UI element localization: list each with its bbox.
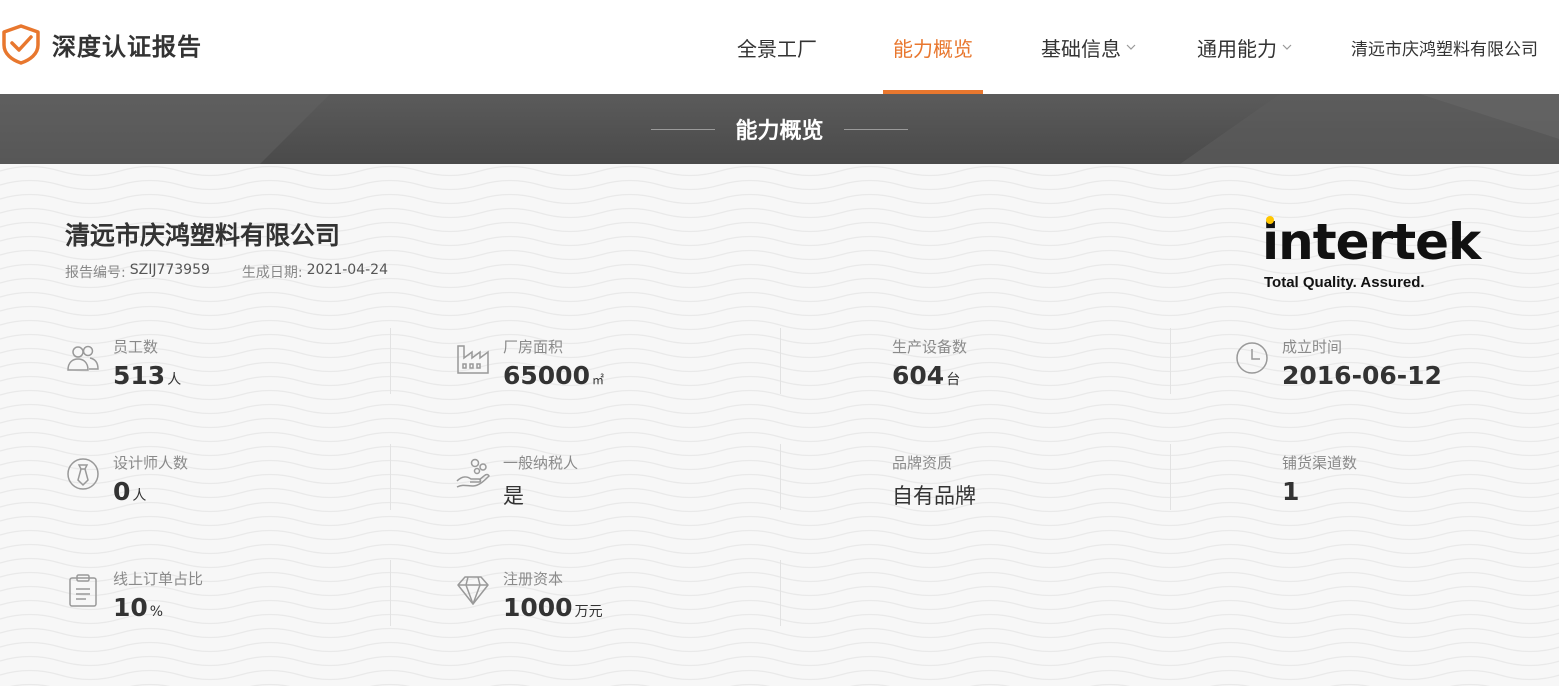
brand-title: 深度认证报告 xyxy=(52,32,202,61)
stat-channels: 铺货渠道数 1 xyxy=(1282,444,1559,514)
report-date: 2021-04-24 xyxy=(306,262,388,278)
stat-number: 1 xyxy=(1282,477,1300,506)
stat-text: 是 xyxy=(503,484,524,508)
diamond-icon xyxy=(457,576,489,605)
report-meta: 报告编号: SZIJ773959 生成日期: 2021-04-24 xyxy=(65,262,388,282)
stat-unit: % xyxy=(149,604,164,620)
stat-value: 10% xyxy=(113,593,163,622)
stat-employees: 员工数 513 人 xyxy=(65,328,385,398)
stat-label: 员工数 xyxy=(113,338,159,356)
stat-value: 1000 万元 xyxy=(503,593,603,622)
stat-online-orders: 线上订单占比 10% xyxy=(65,560,385,630)
stat-number: 513 xyxy=(113,361,166,390)
stat-number: 0 xyxy=(113,477,131,506)
stat-value: 自有品牌 xyxy=(892,480,976,510)
stat-unit: 万元 xyxy=(574,604,603,620)
brand[interactable]: 深度认证报告 xyxy=(0,22,202,66)
divider xyxy=(390,560,391,626)
section-banner: 能力概览 xyxy=(0,94,1559,164)
stat-number: 10 xyxy=(113,593,148,622)
factory-icon xyxy=(457,345,489,374)
banner-left-line xyxy=(651,128,716,130)
date-label: 生成日期: xyxy=(241,265,303,281)
stat-label: 厂房面积 xyxy=(503,338,564,356)
divider xyxy=(780,328,781,394)
stat-value: 是 xyxy=(503,480,524,510)
logo-dot xyxy=(1266,216,1274,224)
company-name: 清远市庆鸿塑料有限公司 xyxy=(65,221,341,250)
nav-label: 清远市庆鸿塑料有限公司 xyxy=(1351,39,1538,60)
chevron-down-icon xyxy=(1282,44,1292,50)
stat-unit: 台 xyxy=(946,372,961,388)
intertek-logo: intertek Total Quality. Assured. xyxy=(1262,214,1498,296)
stat-value: 513 人 xyxy=(113,361,181,390)
stat-founded: 成立时间 2016-06-12 xyxy=(1234,328,1554,398)
stat-taxpayer: 一般纳税人 是 xyxy=(455,444,775,514)
stat-unit: 人 xyxy=(167,372,182,388)
nav-panorama-factory[interactable]: 全景工厂 xyxy=(737,0,817,94)
stat-brand: 品牌资质 自有品牌 xyxy=(892,444,1212,514)
stat-factory-area: 厂房面积 65000 ㎡ xyxy=(455,328,775,398)
nav-basic-info[interactable]: 基础信息 xyxy=(1041,0,1137,94)
stat-label: 注册资本 xyxy=(503,570,564,588)
stat-label: 线上订单占比 xyxy=(113,570,204,588)
divider xyxy=(780,560,781,626)
stat-value: 604 台 xyxy=(892,361,960,390)
banner-title: 能力概览 xyxy=(735,119,824,144)
stat-value: 1 xyxy=(1282,477,1299,506)
nav-capability-overview[interactable]: 能力概览 xyxy=(883,0,983,94)
nav-label: 能力概览 xyxy=(893,36,973,61)
report-no-label: 报告编号: xyxy=(65,265,126,281)
stat-text: 自有品牌 xyxy=(892,484,976,508)
clipboard-icon xyxy=(69,574,97,607)
divider xyxy=(390,328,391,394)
nav-company-link[interactable]: 清远市庆鸿塑料有限公司 xyxy=(1351,0,1538,94)
stat-value: 65000 ㎡ xyxy=(503,361,604,390)
stat-label: 设计师人数 xyxy=(113,454,189,472)
stat-label: 成立时间 xyxy=(1282,338,1343,356)
banner-right-line xyxy=(843,128,908,130)
nav-label: 通用能力 xyxy=(1197,36,1277,61)
report-no: SZIJ773959 xyxy=(129,262,210,278)
stat-number: 604 xyxy=(892,361,945,390)
divider xyxy=(780,444,781,510)
clock-icon xyxy=(1236,342,1268,374)
stat-value: 0人 xyxy=(113,477,146,506)
hand-coins-icon xyxy=(456,458,490,488)
logo-tagline: Total Quality. Assured. xyxy=(1264,274,1425,291)
stat-equipment: 生产设备数 604 台 xyxy=(892,328,1212,398)
nav-label: 全景工厂 xyxy=(737,36,817,61)
stat-value: 2016-06-12 xyxy=(1282,361,1442,390)
stat-label: 生产设备数 xyxy=(892,338,968,356)
stat-label: 品牌资质 xyxy=(892,454,953,472)
banner-title-row: 能力概览 xyxy=(0,94,1559,164)
logo-word: intertek xyxy=(1262,213,1481,271)
stat-number: 1000 xyxy=(503,593,573,622)
stat-capital: 注册资本 1000 万元 xyxy=(455,560,775,630)
stat-unit: 人 xyxy=(132,488,147,504)
shield-check-icon xyxy=(2,24,40,65)
tie-icon xyxy=(67,458,99,490)
stat-number: 2016-06-12 xyxy=(1282,361,1442,390)
chevron-down-icon xyxy=(1126,44,1136,50)
stat-label: 铺货渠道数 xyxy=(1282,454,1358,472)
stat-label: 一般纳税人 xyxy=(503,454,579,472)
people-icon xyxy=(67,345,99,371)
nav-label: 基础信息 xyxy=(1041,36,1121,61)
nav-general-capability[interactable]: 通用能力 xyxy=(1197,0,1293,94)
stat-number: 65000 xyxy=(503,361,590,390)
top-header: 深度认证报告 全景工厂 能力概览 基础信息 通用能力 清远市庆鸿塑料有限公司 xyxy=(0,0,1559,94)
overview-panel: 清远市庆鸿塑料有限公司 报告编号: SZIJ773959 生成日期: 2021-… xyxy=(0,164,1559,686)
stat-unit: ㎡ xyxy=(591,373,604,387)
stat-designers: 设计师人数 0人 xyxy=(65,444,385,514)
divider xyxy=(390,444,391,510)
